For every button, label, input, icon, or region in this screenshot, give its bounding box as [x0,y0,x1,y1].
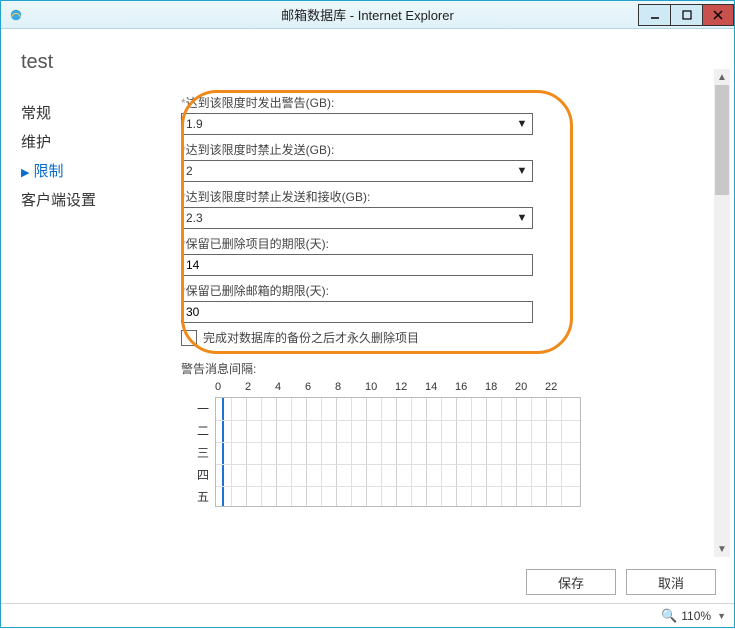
nav-item-maintenance[interactable]: 维护 [21,127,181,156]
backup-before-delete-label: 完成对数据库的备份之后才永久删除项目 [203,329,419,346]
schedule-label: 警告消息间隔: [181,360,716,377]
nav-item-general[interactable]: 常规 [21,98,181,127]
window-title: 邮箱数据库 - Internet Explorer [1,5,734,24]
prohibit-sendrecv-label: 达到该限度时禁止发送和接收(GB): [186,190,371,204]
save-button[interactable]: 保存 [526,569,616,595]
backup-before-delete-checkbox[interactable] [181,330,197,346]
chevron-down-icon: ▼ [512,165,532,177]
page-title: test [21,51,716,74]
keep-deleted-mailbox-input[interactable] [182,302,532,322]
ie-icon [9,8,23,22]
warn-select[interactable]: 1.9 ▼ [181,113,533,135]
schedule-hour-label: 10 [365,381,395,397]
keep-deleted-items-label: 保留已删除项目的期限(天): [186,237,329,251]
schedule-grid[interactable] [215,397,581,507]
window-close-button[interactable] [702,4,734,26]
schedule-hour-label: 14 [425,381,455,397]
schedule-hour-label: 16 [455,381,485,397]
warn-label: 达到该限度时发出警告(GB): [186,96,335,110]
scroll-up-icon[interactable]: ▲ [714,69,730,85]
zoom-icon[interactable]: 🔍 [661,608,677,624]
keep-deleted-items-input[interactable] [182,255,532,275]
schedule-hour-label: 18 [485,381,515,397]
nav-item-limits-label: 限制 [33,163,63,180]
vertical-scrollbar[interactable]: ▲ ▼ [714,69,730,557]
prohibit-send-value: 2 [182,164,512,178]
schedule-hour-label: 4 [275,381,305,397]
nav-item-limits[interactable]: ▶ 限制 [21,156,181,185]
schedule-day-label: 二 [181,419,215,441]
scroll-down-icon[interactable]: ▼ [714,541,730,557]
titlebar: 邮箱数据库 - Internet Explorer [1,1,734,29]
schedule-hour-label: 0 [215,381,245,397]
cancel-button[interactable]: 取消 [626,569,716,595]
scroll-thumb[interactable] [715,85,729,195]
sidebar: 常规 维护 ▶ 限制 客户端设置 [21,94,181,564]
schedule-day-label: 五 [181,485,215,507]
window-minimize-button[interactable] [638,4,670,26]
keep-deleted-mailbox-label: 保留已删除邮箱的期限(天): [186,284,329,298]
chevron-down-icon: ▼ [512,212,532,224]
zoom-level[interactable]: 110% [681,609,711,623]
prohibit-send-select[interactable]: 2 ▼ [181,160,533,182]
schedule-cursor [222,398,224,506]
schedule-day-label: 一 [181,397,215,419]
schedule-hour-label: 20 [515,381,545,397]
schedule-hour-label: 22 [545,381,575,397]
chevron-down-icon: ▼ [512,118,532,130]
warn-value: 1.9 [182,117,512,131]
schedule-day-label: 三 [181,441,215,463]
prohibit-sendrecv-value: 2.3 [182,211,512,225]
prohibit-send-label: 达到该限度时禁止发送(GB): [186,143,335,157]
nav-item-client-settings[interactable]: 客户端设置 [21,185,181,214]
prohibit-sendrecv-select[interactable]: 2.3 ▼ [181,207,533,229]
schedule-day-label: 四 [181,463,215,485]
window-maximize-button[interactable] [670,4,702,26]
chevron-down-icon[interactable]: ▼ [717,611,726,621]
schedule-hour-label: 6 [305,381,335,397]
nav-caret-icon: ▶ [21,167,29,179]
schedule-hour-label: 12 [395,381,425,397]
statusbar: 🔍 110% ▼ [1,603,734,627]
schedule-hour-label: 8 [335,381,365,397]
schedule-hour-label: 2 [245,381,275,397]
